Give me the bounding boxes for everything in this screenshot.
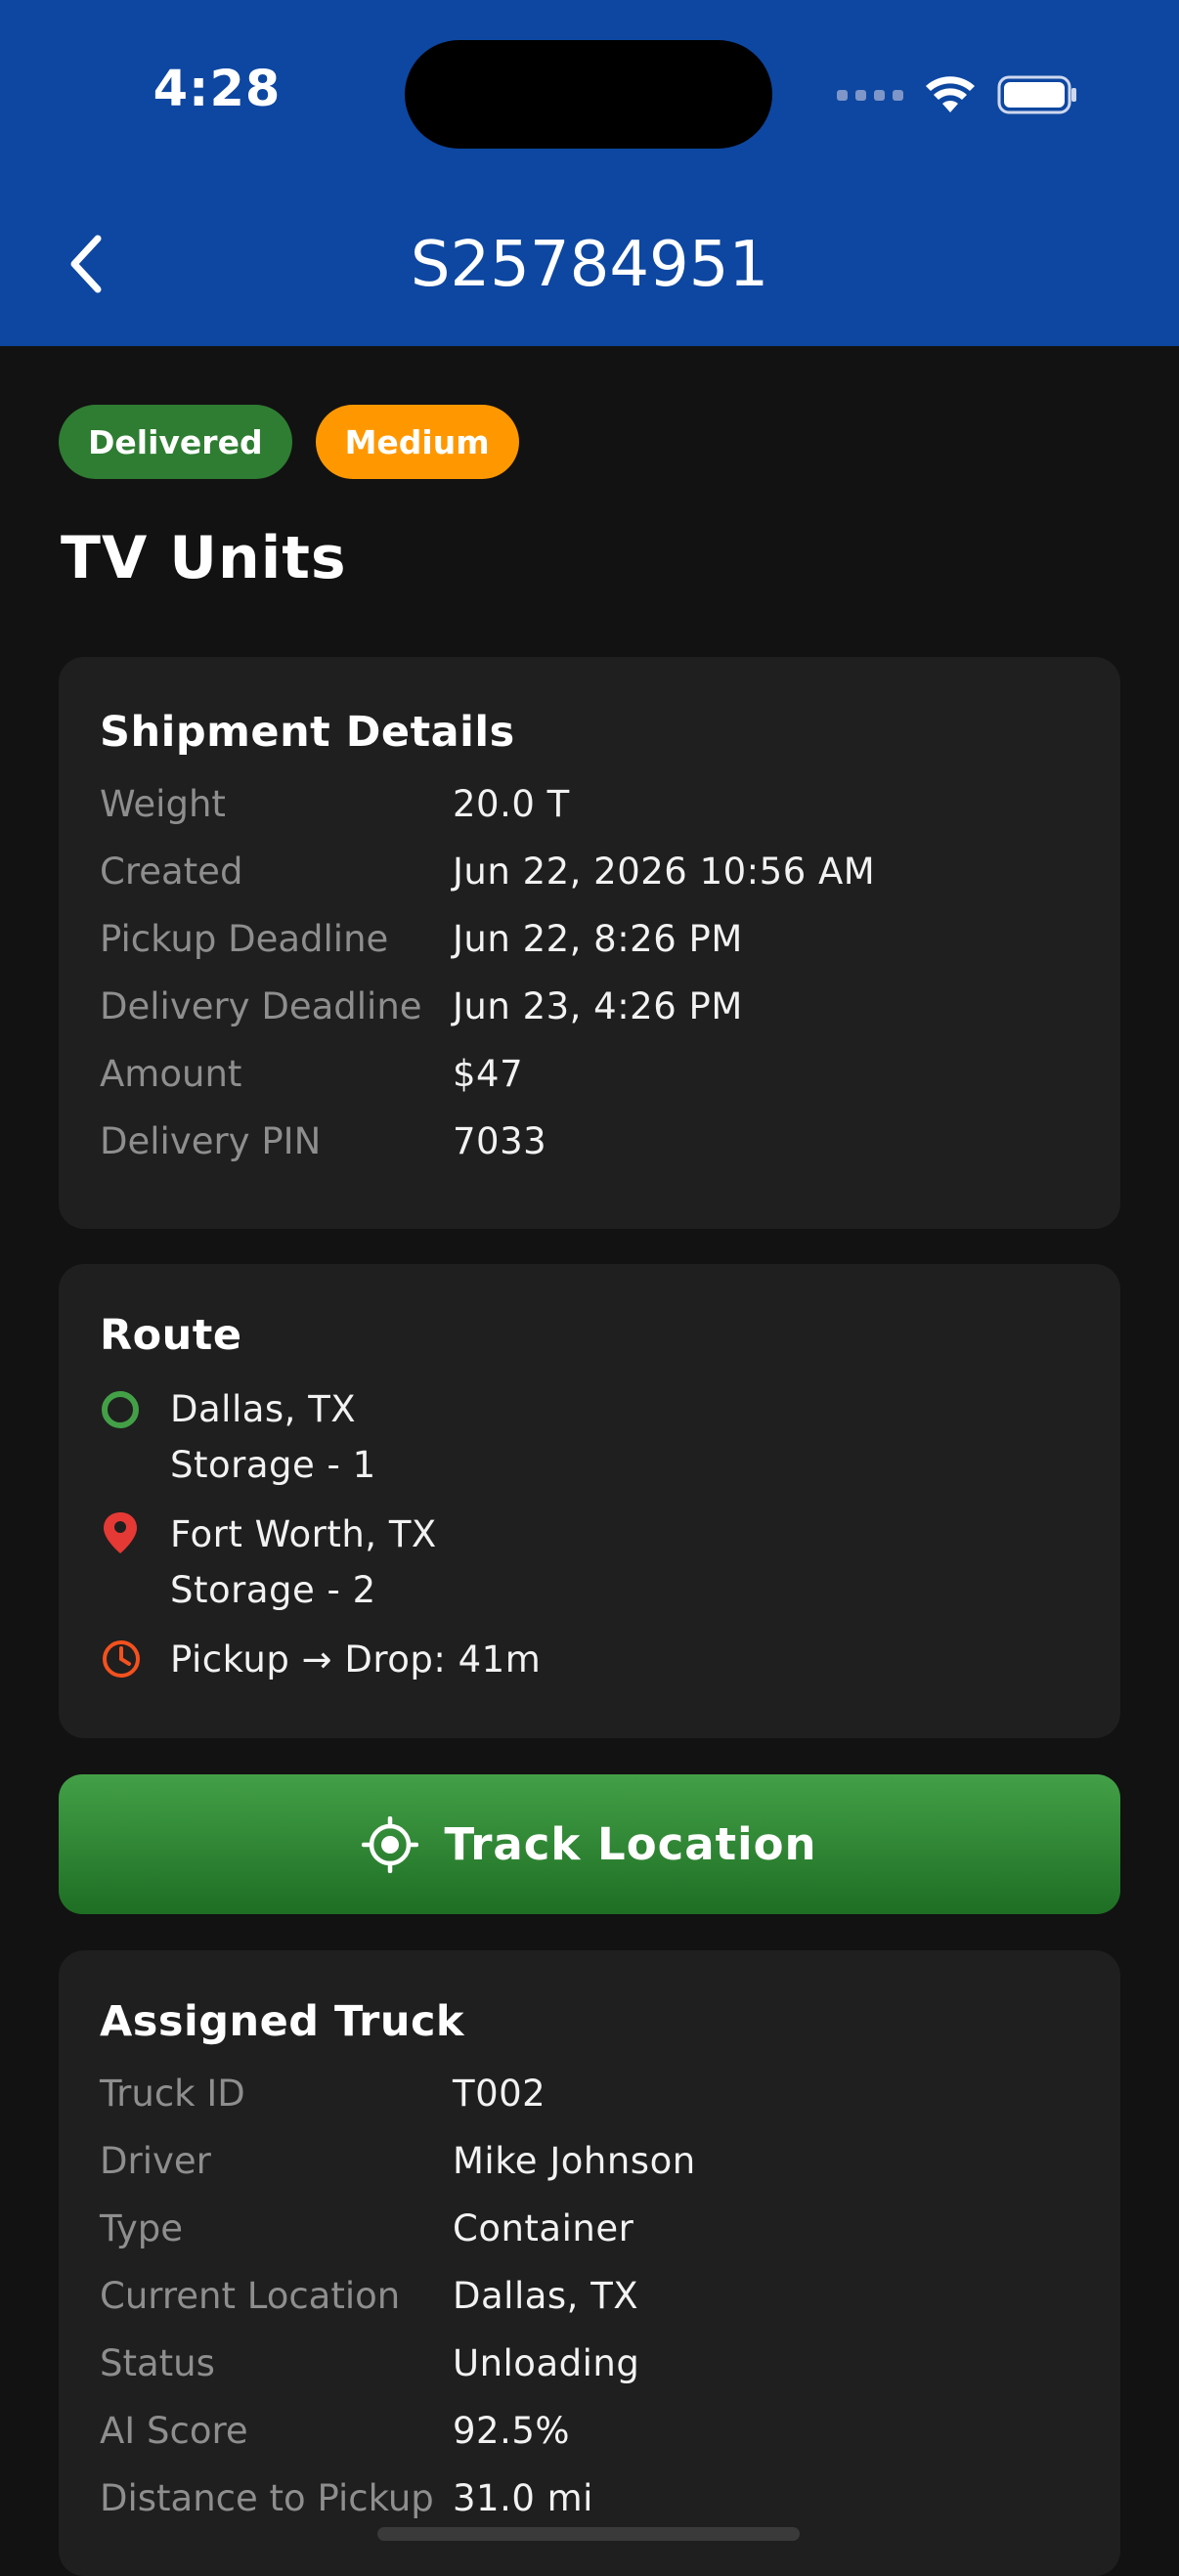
detail-row: Distance to Pickup 31.0 mi bbox=[100, 2465, 1079, 2532]
route-destination: Fort Worth, TX Storage - 2 bbox=[100, 1506, 1079, 1618]
detail-row: Current Location Dallas, TX bbox=[100, 2262, 1079, 2330]
priority-badge: Medium bbox=[315, 405, 519, 479]
home-indicator[interactable] bbox=[377, 2527, 800, 2541]
detail-value: Jun 23, 4:26 PM bbox=[453, 985, 743, 1027]
detail-row: Delivery PIN 7033 bbox=[100, 1108, 1079, 1175]
detail-value: $47 bbox=[453, 1053, 524, 1095]
detail-label: Driver bbox=[100, 2140, 211, 2182]
detail-value: Unloading bbox=[453, 2342, 640, 2384]
detail-label: Delivery PIN bbox=[100, 1120, 322, 1162]
detail-label: Created bbox=[100, 851, 243, 893]
item-title: TV Units bbox=[61, 524, 347, 592]
detail-label: Amount bbox=[100, 1053, 242, 1095]
detail-value: Container bbox=[453, 2207, 634, 2249]
detail-row: Truck ID T002 bbox=[100, 2060, 1079, 2127]
detail-label: Weight bbox=[100, 783, 226, 825]
destination-place: Storage - 2 bbox=[170, 1569, 376, 1611]
route-origin: Dallas, TX Storage - 1 bbox=[100, 1381, 1079, 1493]
detail-label: Status bbox=[100, 2342, 215, 2384]
wifi-icon bbox=[925, 75, 976, 114]
app-bar: 4:28 S25784951 bbox=[0, 0, 1179, 346]
detail-value: 92.5% bbox=[453, 2410, 571, 2452]
detail-value: T002 bbox=[453, 2073, 546, 2115]
detail-row: Created Jun 22, 2026 10:56 AM bbox=[100, 838, 1079, 905]
page-title: S25784951 bbox=[410, 229, 769, 301]
detail-value: Dallas, TX bbox=[453, 2275, 639, 2317]
detail-value: Jun 22, 8:26 PM bbox=[453, 918, 743, 960]
detail-label: Current Location bbox=[100, 2275, 401, 2317]
detail-row: Pickup Deadline Jun 22, 8:26 PM bbox=[100, 905, 1079, 973]
detail-row: Driver Mike Johnson bbox=[100, 2127, 1079, 2195]
status-indicators bbox=[837, 70, 1077, 119]
status-badges: Delivered Medium bbox=[59, 405, 519, 479]
status-time: 4:28 bbox=[153, 61, 282, 118]
detail-row: Type Container bbox=[100, 2195, 1079, 2262]
detail-label: Type bbox=[100, 2207, 183, 2249]
assigned-truck-card: Assigned Truck Truck ID T002 Driver Mike… bbox=[59, 1950, 1120, 2576]
card-heading: Route bbox=[100, 1311, 242, 1360]
clock-icon bbox=[103, 1640, 140, 1678]
detail-label: Delivery Deadline bbox=[100, 985, 422, 1027]
detail-label: Distance to Pickup bbox=[100, 2477, 434, 2519]
detail-value: 20.0 T bbox=[453, 783, 570, 825]
origin-place: Storage - 1 bbox=[170, 1444, 376, 1486]
detail-value: 7033 bbox=[453, 1120, 547, 1162]
card-heading: Assigned Truck bbox=[100, 1997, 465, 2046]
duration-text: Pickup → Drop: 41m bbox=[170, 1638, 542, 1681]
destination-city: Fort Worth, TX bbox=[170, 1513, 437, 1555]
detail-value: 31.0 mi bbox=[453, 2477, 593, 2519]
status-badge: Delivered bbox=[59, 405, 292, 479]
cellular-signal-icon bbox=[837, 89, 903, 101]
detail-label: Truck ID bbox=[100, 2073, 245, 2115]
detail-label: Pickup Deadline bbox=[100, 918, 389, 960]
route-card: Route Dallas, TX Storage - 1 Fort Worth,… bbox=[59, 1264, 1120, 1738]
location-pin-icon bbox=[104, 1512, 137, 1553]
detail-row: Weight 20.0 T bbox=[100, 770, 1079, 838]
detail-row: Delivery Deadline Jun 23, 4:26 PM bbox=[100, 973, 1079, 1040]
gps-crosshair-icon bbox=[362, 1815, 419, 1873]
detail-label: AI Score bbox=[100, 2410, 248, 2452]
shipment-details-card: Shipment Details Weight 20.0 T Created J… bbox=[59, 657, 1120, 1229]
detail-row: Amount $47 bbox=[100, 1040, 1079, 1108]
route-duration: Pickup → Drop: 41m bbox=[100, 1632, 1079, 1687]
card-heading: Shipment Details bbox=[100, 708, 515, 757]
detail-row: Status Unloading bbox=[100, 2330, 1079, 2397]
battery-icon bbox=[997, 75, 1077, 114]
detail-value: Jun 22, 2026 10:56 AM bbox=[453, 851, 876, 893]
dynamic-island bbox=[405, 40, 772, 149]
detail-value: Mike Johnson bbox=[453, 2140, 696, 2182]
origin-city: Dallas, TX bbox=[170, 1388, 357, 1430]
detail-row: AI Score 92.5% bbox=[100, 2397, 1079, 2465]
origin-ring-icon bbox=[102, 1391, 139, 1428]
track-location-label: Track Location bbox=[444, 1818, 817, 1870]
track-location-button[interactable]: Track Location bbox=[59, 1774, 1120, 1914]
